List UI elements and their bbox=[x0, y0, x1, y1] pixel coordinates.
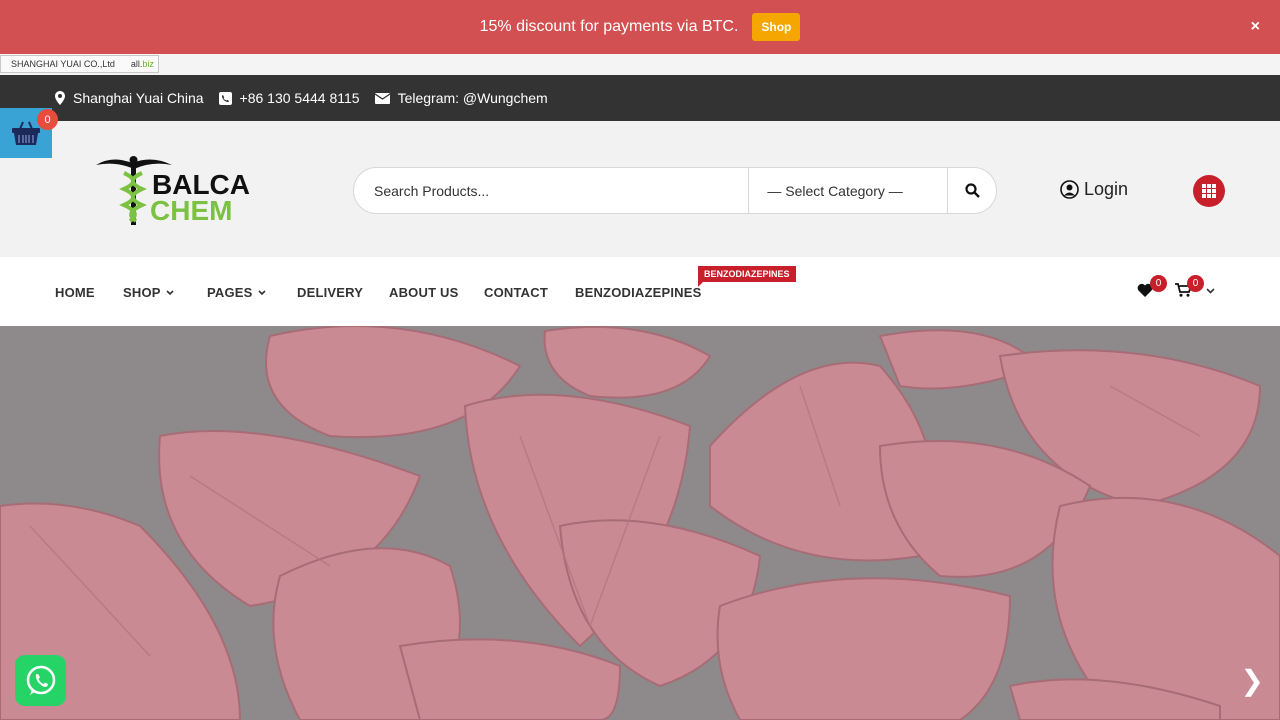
allbiz-strip: SHANGHAI YUAI CO.,Ltd all.biz bbox=[0, 54, 1280, 75]
nav-contact[interactable]: CONTACT bbox=[484, 285, 548, 300]
whatsapp-button[interactable] bbox=[15, 655, 66, 706]
chevron-down-icon[interactable] bbox=[1206, 288, 1215, 294]
nav-pages[interactable]: PAGES bbox=[207, 285, 266, 300]
cart-count: 0 bbox=[1187, 275, 1204, 292]
allbiz-badge[interactable]: SHANGHAI YUAI CO.,Ltd all.biz bbox=[0, 55, 159, 73]
category-select[interactable]: — Select Category — bbox=[748, 168, 949, 213]
allbiz-company: SHANGHAI YUAI CO.,Ltd bbox=[11, 59, 115, 69]
chevron-down-icon bbox=[257, 289, 266, 295]
contact-location: Shanghai Yuai China bbox=[55, 90, 204, 106]
search-input[interactable] bbox=[354, 168, 749, 213]
basket-icon bbox=[12, 121, 40, 145]
promo-bar: 15% discount for payments via BTC. Shop … bbox=[0, 0, 1280, 54]
nav-about-us[interactable]: ABOUT US bbox=[389, 285, 459, 300]
nav-badge: BENZODIAZEPINES bbox=[698, 266, 796, 287]
site-logo[interactable]: BALCA CHEM bbox=[94, 155, 250, 227]
contact-phone[interactable]: +86 130 5444 8115 bbox=[218, 90, 360, 106]
nav-home[interactable]: HOME bbox=[55, 285, 95, 300]
envelope-icon bbox=[374, 92, 390, 104]
slider-next-arrow[interactable]: ❯ bbox=[1241, 664, 1264, 697]
floating-cart-count: 0 bbox=[37, 109, 58, 130]
logo-text-chem: CHEM bbox=[150, 195, 233, 226]
user-icon bbox=[1060, 180, 1079, 199]
allbiz-brand: all.biz bbox=[130, 59, 154, 69]
contact-bar: Shanghai Yuai China +86 130 5444 8115 Te… bbox=[0, 75, 1280, 121]
phone-icon bbox=[218, 91, 232, 105]
contact-telegram[interactable]: Telegram: @Wungchem bbox=[374, 90, 548, 106]
chevron-down-icon bbox=[166, 289, 174, 295]
apps-grid-button[interactable] bbox=[1193, 175, 1225, 207]
wishlist-count: 0 bbox=[1150, 275, 1167, 292]
hero-pills-image bbox=[0, 326, 1280, 720]
contact-location-text: Shanghai Yuai China bbox=[73, 90, 204, 106]
search-icon bbox=[964, 183, 980, 198]
contact-phone-text: +86 130 5444 8115 bbox=[239, 90, 360, 106]
main-nav: HOME SHOP PAGES DELIVERY ABOUT US CONTAC… bbox=[0, 257, 1280, 326]
promo-close-button[interactable]: × bbox=[1251, 18, 1260, 36]
search-button[interactable] bbox=[948, 168, 996, 213]
map-marker-icon bbox=[55, 91, 65, 105]
nav-shop[interactable]: SHOP bbox=[123, 285, 174, 300]
promo-shop-button[interactable]: Shop bbox=[752, 13, 801, 41]
promo-text: 15% discount for payments via BTC. bbox=[479, 18, 739, 35]
contact-telegram-text: Telegram: @Wungchem bbox=[397, 90, 548, 106]
login-link[interactable]: Login bbox=[1060, 179, 1128, 200]
nav-benzodiazepines[interactable]: BENZODIAZEPINES bbox=[575, 285, 702, 300]
site-header: BALCA CHEM — Select Category — Login bbox=[0, 121, 1280, 257]
grid-icon bbox=[1202, 184, 1216, 198]
nav-delivery[interactable]: DELIVERY bbox=[297, 285, 363, 300]
search-bar: — Select Category — bbox=[353, 167, 997, 214]
login-label: Login bbox=[1084, 179, 1129, 199]
hero-slider[interactable]: ❯ bbox=[0, 326, 1280, 720]
whatsapp-icon bbox=[26, 665, 55, 695]
